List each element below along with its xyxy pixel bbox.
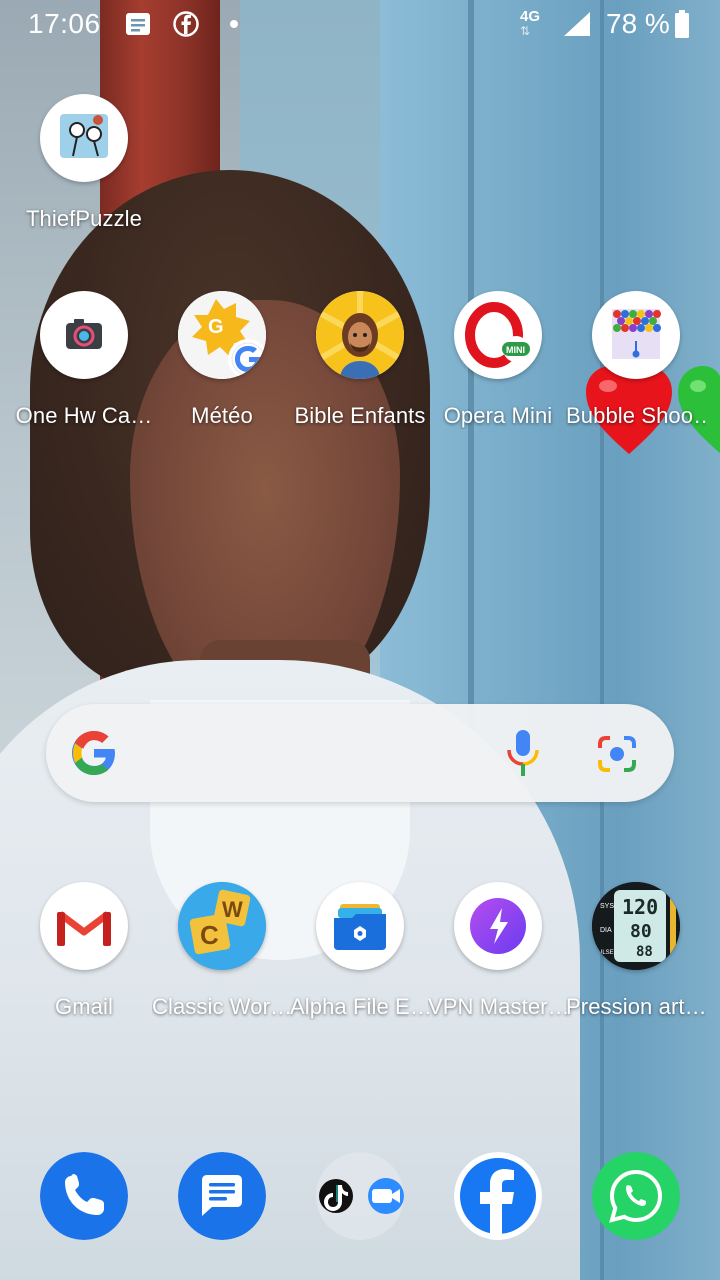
gmail-icon (40, 882, 128, 970)
clock: 17:06 (28, 8, 101, 39)
app-label: Gmail (55, 994, 113, 1019)
dock-folder[interactable] (316, 1152, 404, 1240)
dock-facebook[interactable] (454, 1152, 542, 1240)
camera-icon (40, 291, 128, 379)
phone-icon (40, 1152, 128, 1240)
app-label: Opera Mini (443, 403, 553, 428)
svg-text:C: C (200, 920, 219, 950)
app-thiefpuzzle[interactable]: ThiefPuzzle (14, 94, 154, 232)
weather-icon: G (178, 291, 266, 379)
svg-text:80: 80 (630, 921, 652, 942)
facebook-icon (454, 1152, 542, 1240)
app-label: ThiefPuzzle (25, 206, 143, 231)
google-g-icon (72, 731, 115, 775)
app-label: Pression art… (566, 994, 706, 1019)
bible-kids-icon (316, 291, 404, 379)
app-pression-arterielle[interactable]: SYS DIA PULSE 120 80 88 Pression art… (566, 882, 706, 1020)
thiefpuzzle-icon (40, 94, 128, 182)
app-label: Classic Wor… (152, 994, 292, 1019)
wallpaper-plank-line (600, 0, 604, 1280)
app-label: VPN Master… (428, 994, 568, 1019)
svg-text:DIA: DIA (600, 927, 612, 934)
dock-whatsapp[interactable] (592, 1152, 680, 1240)
app-gmail[interactable]: Gmail (14, 882, 154, 1020)
app-label: Météo (191, 403, 253, 428)
google-lens-icon[interactable] (596, 734, 638, 774)
svg-text:120: 120 (622, 895, 658, 919)
app-label: Alpha File E… (290, 994, 430, 1019)
app-opera-mini[interactable]: MINI Opera Mini (428, 291, 568, 429)
app-bubble-shooter[interactable]: Bubble Shoo… (566, 291, 706, 429)
more-notifications-dot (230, 20, 238, 28)
app-alpha-file-explorer[interactable]: Alpha File E… (290, 882, 430, 1020)
classic-words-icon: W C (178, 882, 266, 970)
app-vpn-master[interactable]: VPN Master… (428, 882, 568, 1020)
tiktok-zoom-folder-icon (316, 1152, 404, 1240)
signal-icon (564, 12, 590, 36)
file-explorer-icon (316, 882, 404, 970)
app-label: One Hw Ca… (15, 403, 153, 428)
messages-icon (178, 1152, 266, 1240)
vpn-icon (454, 882, 542, 970)
bubble-shooter-icon (592, 291, 680, 379)
app-label: Bible Enfants (294, 403, 426, 428)
whatsapp-icon (592, 1152, 680, 1240)
app-label: Bubble Shoo… (566, 403, 706, 428)
dock-messages[interactable] (178, 1152, 266, 1240)
svg-text:PULSE: PULSE (594, 950, 614, 956)
app-classic-words[interactable]: W C Classic Wor… (152, 882, 292, 1020)
blood-pressure-icon: SYS DIA PULSE 120 80 88 (592, 882, 680, 970)
messages-notification-icon (126, 13, 150, 35)
facebook-notification-icon (173, 11, 199, 37)
data-arrows-icon: ⇅ (520, 24, 531, 38)
svg-text:88: 88 (636, 944, 653, 960)
network-type: 4G (520, 8, 541, 25)
google-search-bar[interactable] (46, 704, 674, 802)
dock-phone[interactable] (40, 1152, 128, 1240)
microphone-icon[interactable] (504, 728, 542, 778)
svg-text:MINI: MINI (506, 345, 525, 355)
battery-icon (675, 10, 689, 38)
app-camera[interactable]: One Hw Ca… (14, 291, 154, 429)
status-bar: 17:06 4G ⇅ 78 % (0, 0, 720, 50)
app-bible-enfants[interactable]: Bible Enfants (290, 291, 430, 429)
battery-percent: 78 % (606, 8, 670, 39)
svg-text:G: G (208, 316, 224, 338)
app-meteo[interactable]: G Météo (152, 291, 292, 429)
opera-mini-icon: MINI (454, 291, 542, 379)
svg-text:SYS: SYS (600, 903, 614, 910)
